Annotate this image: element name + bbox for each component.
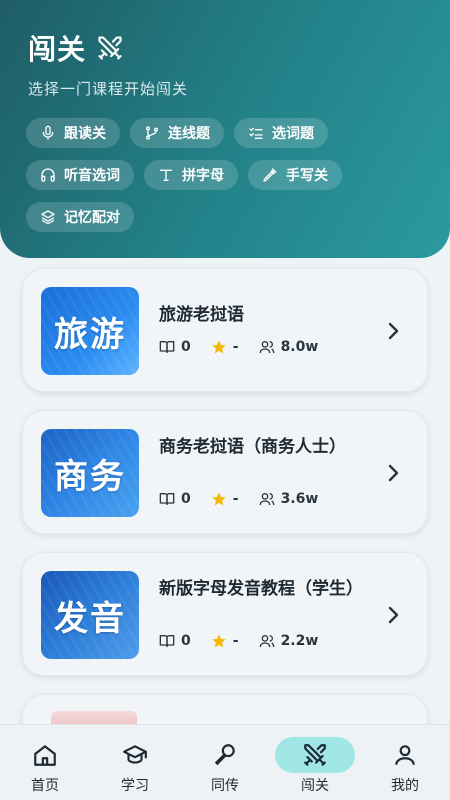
chip-memory-match[interactable]: 记忆配对 — [26, 202, 134, 232]
pen-icon — [263, 168, 277, 182]
nav-label: 学习 — [121, 778, 149, 794]
thumbnail-text: 旅游 — [54, 314, 126, 355]
chevron-right-icon — [388, 322, 399, 340]
bottom-nav: 首页 学习 同传 闯关 我的 — [0, 724, 450, 800]
course-meta: 0 - 3.6w — [159, 491, 338, 507]
chip-word-choice[interactable]: 选词题 — [234, 118, 328, 148]
chip-matching[interactable]: 连线题 — [130, 118, 224, 148]
header-title-row: 闯关 — [28, 28, 124, 68]
chip-follow-read[interactable]: 跟读关 — [26, 118, 120, 148]
learner-count: 8.0w — [280, 339, 319, 355]
chip-label: 选词题 — [272, 126, 314, 142]
course-card[interactable]: 旅游 旅游老挝语 0 - 8.0w — [22, 268, 428, 392]
text-t-icon — [160, 169, 172, 181]
nav-label: 同传 — [211, 778, 239, 794]
checklist-icon — [249, 127, 263, 139]
chip-label: 听音选词 — [64, 168, 120, 184]
link-branch-icon — [146, 126, 158, 140]
learner-count: 2.2w — [280, 633, 319, 649]
nav-item-profile[interactable]: 我的 — [360, 725, 450, 800]
chip-listen-choose[interactable]: 听音选词 — [26, 160, 134, 190]
star-icon — [212, 634, 226, 648]
nav-item-study[interactable]: 学习 — [90, 725, 180, 800]
chip-label: 连线题 — [168, 126, 210, 142]
lesson-count: 0 — [181, 339, 191, 355]
users-icon — [259, 493, 274, 506]
header-subtitle: 选择一门课程开始闯关 — [28, 80, 189, 98]
chip-label: 跟读关 — [64, 126, 106, 142]
user-icon — [395, 745, 415, 765]
star-icon — [212, 340, 226, 354]
nav-item-challenge[interactable]: 闯关 — [270, 725, 360, 800]
mode-chips: 跟读关 连线题 选词题 听音选词 拼字母 手写关 记忆配对 — [26, 118, 426, 232]
thumbnail-text: 商务 — [54, 456, 126, 497]
rating: - — [232, 491, 239, 507]
nav-label: 闯关 — [301, 778, 329, 794]
crossed-swords-icon — [96, 34, 124, 62]
nav-item-home[interactable]: 首页 — [0, 725, 90, 800]
users-icon — [259, 341, 274, 354]
chevron-right-icon — [388, 464, 399, 482]
lesson-count: 0 — [181, 491, 191, 507]
headphones-icon — [41, 168, 55, 182]
chip-handwriting[interactable]: 手写关 — [248, 160, 342, 190]
rating: - — [232, 633, 239, 649]
course-card[interactable]: 发音 新版字母发音教程（学生） 0 - 2.2w — [22, 552, 428, 676]
microphone-icon — [42, 125, 54, 140]
course-title: 商务老挝语（商务人士） — [159, 437, 346, 457]
star-icon — [212, 492, 226, 506]
course-card[interactable]: 商务 商务老挝语（商务人士） 0 - 3.6w — [22, 410, 428, 534]
nav-label: 我的 — [391, 778, 419, 794]
learner-count: 3.6w — [280, 491, 319, 507]
nav-label: 首页 — [31, 778, 59, 794]
layers-icon — [41, 210, 55, 225]
course-thumbnail: 发音 — [41, 571, 139, 659]
home-icon — [34, 745, 56, 766]
book-icon — [159, 493, 175, 505]
chip-spell-letters[interactable]: 拼字母 — [144, 160, 238, 190]
course-meta: 0 - 8.0w — [159, 339, 338, 355]
page-title: 闯关 — [28, 33, 87, 66]
chevron-right-icon — [388, 606, 399, 624]
course-title: 旅游老挝语 — [159, 305, 244, 325]
course-thumbnail: 商务 — [41, 429, 139, 517]
chip-label: 拼字母 — [182, 168, 224, 184]
lesson-count: 0 — [181, 633, 191, 649]
graduation-cap-icon — [123, 745, 147, 764]
book-icon — [159, 341, 175, 353]
course-thumbnail: 旅游 — [41, 287, 139, 375]
course-meta: 0 - 2.2w — [159, 633, 338, 649]
book-icon — [159, 635, 175, 647]
users-icon — [259, 635, 274, 648]
thumbnail-text: 发音 — [54, 598, 126, 639]
nav-item-interpret[interactable]: 同传 — [180, 725, 270, 800]
chip-label: 记忆配对 — [64, 210, 120, 226]
microphone-icon — [214, 744, 235, 766]
rating: - — [232, 339, 239, 355]
header: 闯关 选择一门课程开始闯关 跟读关 连线题 选词题 听音选词 拼字母 手写关 记… — [0, 0, 450, 258]
chip-label: 手写关 — [286, 168, 328, 184]
course-title: 新版字母发音教程（学生） — [159, 579, 363, 599]
crossed-swords-icon — [304, 744, 326, 766]
